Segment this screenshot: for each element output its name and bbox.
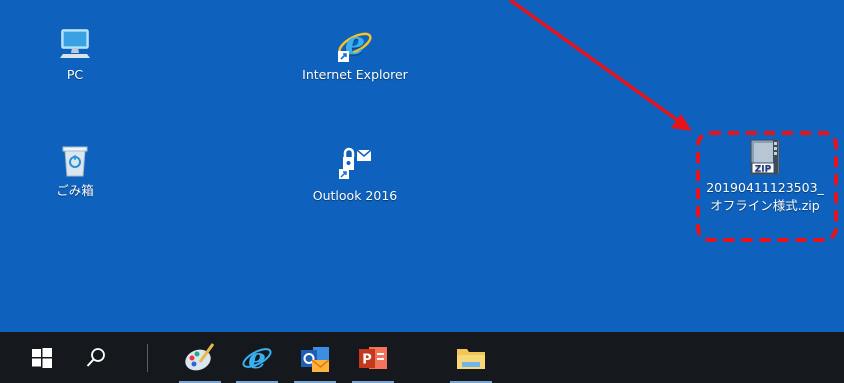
taskbar-app-file-explorer[interactable] bbox=[446, 332, 496, 383]
desktop-icon-label: ごみ箱 bbox=[56, 183, 94, 198]
search-icon bbox=[86, 347, 105, 367]
zip-file-icon: ZIP bbox=[741, 137, 789, 177]
powerpoint-icon: P bbox=[359, 346, 387, 369]
windows-logo-icon bbox=[32, 347, 52, 368]
taskbar: e P bbox=[0, 332, 844, 383]
svg-text:P: P bbox=[362, 352, 372, 367]
taskbar-app-internet-explorer[interactable]: e bbox=[232, 332, 282, 383]
desktop-icon-outlook[interactable]: Outlook 2016 bbox=[295, 145, 415, 205]
desktop-icon-label-line2: オフライン様式.zip bbox=[710, 198, 820, 213]
desktop-icon-zip-file[interactable]: ZIP 20190411123503_ オフライン様式.zip bbox=[695, 137, 835, 215]
internet-explorer-icon: e bbox=[242, 342, 272, 374]
outlook-icon bbox=[301, 346, 330, 372]
taskbar-separator bbox=[147, 344, 148, 372]
paint-icon bbox=[185, 342, 215, 370]
pc-icon bbox=[51, 24, 99, 64]
desktop-icon-internet-explorer[interactable]: e Internet Explorer bbox=[290, 24, 420, 84]
desktop-icon-label-line1: 20190411123503_ bbox=[706, 180, 824, 195]
desktop: PC e Internet Explorer ごみ箱 Outlook 2016 … bbox=[0, 0, 844, 332]
svg-text:e: e bbox=[248, 342, 266, 374]
desktop-icon-recycle-bin[interactable]: ごみ箱 bbox=[45, 140, 105, 200]
outlook-icon bbox=[331, 145, 379, 185]
recycle-bin-icon bbox=[51, 140, 99, 180]
desktop-icon-label: Outlook 2016 bbox=[312, 188, 398, 203]
internet-explorer-icon: e bbox=[331, 24, 379, 64]
taskbar-app-paint[interactable] bbox=[175, 332, 225, 383]
desktop-icon-pc[interactable]: PC bbox=[50, 24, 100, 84]
search-button[interactable] bbox=[76, 332, 116, 383]
taskbar-app-outlook[interactable] bbox=[290, 332, 340, 383]
desktop-icon-label: Internet Explorer bbox=[302, 67, 408, 82]
red-arrowhead bbox=[671, 114, 692, 131]
folder-icon bbox=[457, 348, 485, 369]
red-arrow bbox=[508, 0, 682, 124]
svg-text:ZIP: ZIP bbox=[755, 165, 772, 175]
taskbar-app-powerpoint[interactable]: P bbox=[348, 332, 398, 383]
desktop-icon-label: PC bbox=[66, 67, 84, 82]
start-button[interactable] bbox=[22, 332, 62, 383]
